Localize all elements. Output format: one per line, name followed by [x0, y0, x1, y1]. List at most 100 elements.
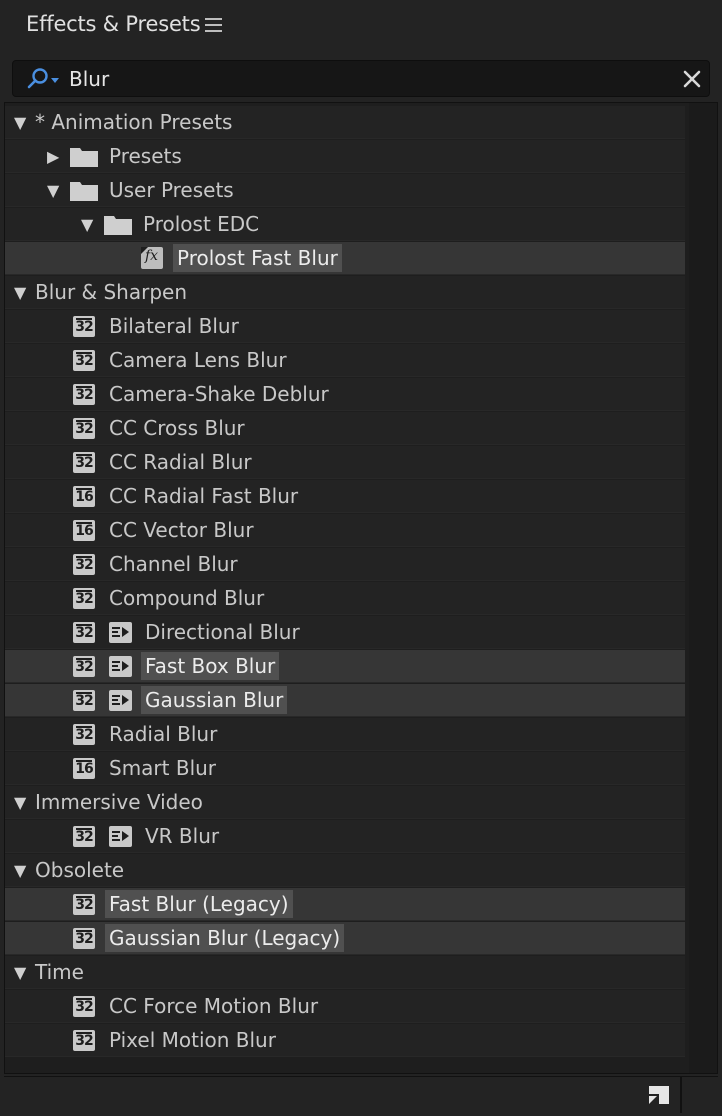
effect-row[interactable]: 16 Smart Blur: [5, 752, 685, 785]
effect-row[interactable]: 32 Compound Blur: [5, 582, 685, 615]
folder-row[interactable]: ▶ Presets: [5, 140, 685, 173]
effect-row[interactable]: 32 CC Force Motion Blur: [5, 990, 685, 1023]
gpu-accelerated-icon: [109, 622, 132, 643]
row-label: Fast Blur (Legacy): [105, 890, 293, 918]
folder-icon: [70, 148, 98, 167]
bpc-32-icon: 32: [73, 1030, 95, 1051]
effects-tree: ▼ * Animation Presets ▶ Presets ▼ User Preset…: [5, 106, 685, 1066]
effect-row[interactable]: 16 CC Radial Fast Blur: [5, 480, 685, 513]
row-label: Directional Blur: [145, 620, 300, 644]
footer-divider: [680, 1077, 682, 1113]
bpc-16-icon: 16: [73, 486, 95, 507]
category-row[interactable]: ▼ Obsolete: [5, 854, 685, 887]
effect-row[interactable]: 32 Camera Lens Blur: [5, 344, 685, 377]
collapse-right-icon[interactable]: ▶: [47, 147, 59, 166]
effect-row[interactable]: 32 Radial Blur: [5, 718, 685, 751]
expand-down-icon[interactable]: ▼: [14, 113, 26, 132]
effects-presets-panel: Effects & Presets ▼ * Animation Presets ▶ P…: [0, 0, 722, 1116]
row-label: CC Radial Blur: [109, 450, 252, 474]
row-label: Radial Blur: [109, 722, 218, 746]
effect-row[interactable]: 32 Pixel Motion Blur: [5, 1024, 685, 1057]
row-label: Immersive Video: [35, 790, 203, 814]
category-row[interactable]: ▼ Time: [5, 956, 685, 989]
row-label: Time: [35, 960, 84, 984]
expand-down-icon[interactable]: ▼: [14, 793, 26, 812]
effect-row[interactable]: 32 Fast Box Blur: [5, 650, 685, 683]
category-row[interactable]: ▼ Immersive Video: [5, 786, 685, 819]
bpc-32-icon: 32: [73, 826, 95, 847]
row-label: CC Vector Blur: [109, 518, 254, 542]
effects-tree-frame: ▼ * Animation Presets ▶ Presets ▼ User Preset…: [4, 102, 718, 1074]
scrollbar-track[interactable]: [689, 103, 717, 1073]
row-label: Pixel Motion Blur: [109, 1028, 276, 1052]
bpc-32-icon: 32: [73, 316, 95, 337]
search-input[interactable]: [69, 65, 669, 93]
expand-down-icon[interactable]: ▼: [14, 283, 26, 302]
bpc-32-icon: 32: [73, 418, 95, 439]
expand-down-icon[interactable]: ▼: [81, 215, 93, 234]
row-label: Camera-Shake Deblur: [109, 382, 329, 406]
folder-icon: [70, 182, 98, 201]
effect-row[interactable]: 32 Bilateral Blur: [5, 310, 685, 343]
bpc-16-icon: 16: [73, 520, 95, 541]
panel-footer: [4, 1076, 718, 1113]
bpc-32-icon: 32: [73, 996, 95, 1017]
row-label: Prolost Fast Blur: [173, 244, 342, 272]
row-label: User Presets: [109, 178, 234, 202]
row-label: Fast Box Blur: [141, 652, 280, 680]
row-label: Blur & Sharpen: [35, 280, 188, 304]
effect-row[interactable]: 32 Camera-Shake Deblur: [5, 378, 685, 411]
effect-row[interactable]: 32 CC Cross Blur: [5, 412, 685, 445]
effect-row[interactable]: 32 Gaussian Blur (Legacy): [5, 922, 685, 955]
search-box: [12, 60, 710, 97]
magnifier-dropdown-icon[interactable]: [27, 67, 63, 91]
bpc-32-icon: 32: [73, 554, 95, 575]
effect-row[interactable]: 32 Channel Blur: [5, 548, 685, 581]
folder-icon: [104, 216, 132, 235]
gpu-accelerated-icon: [109, 690, 132, 711]
row-label: Compound Blur: [109, 586, 265, 610]
bpc-32-icon: 32: [73, 928, 95, 949]
category-row[interactable]: ▼ * Animation Presets: [5, 106, 685, 139]
close-icon[interactable]: [681, 68, 703, 90]
expand-down-icon[interactable]: ▼: [14, 963, 26, 982]
row-label: * Animation Presets: [35, 110, 233, 134]
row-label: Gaussian Blur: [141, 686, 288, 714]
category-row[interactable]: ▼ Blur & Sharpen: [5, 276, 685, 309]
expand-down-icon[interactable]: ▼: [47, 181, 59, 200]
folder-row[interactable]: ▼ Prolost EDC: [5, 208, 685, 241]
row-label: Prolost EDC: [143, 212, 260, 236]
panel-title: Effects & Presets: [26, 12, 201, 36]
row-label: Obsolete: [35, 858, 125, 882]
effect-row[interactable]: 32 Fast Blur (Legacy): [5, 888, 685, 921]
folder-row[interactable]: ▼ User Presets: [5, 174, 685, 207]
panel-header: Effects & Presets: [0, 0, 722, 54]
bpc-32-icon: 32: [73, 384, 95, 405]
row-label: CC Radial Fast Blur: [109, 484, 299, 508]
row-label: Smart Blur: [109, 756, 217, 780]
bpc-32-icon: 32: [73, 690, 95, 711]
hamburger-icon[interactable]: [205, 18, 222, 34]
row-label: CC Cross Blur: [109, 416, 245, 440]
gpu-accelerated-icon: [109, 826, 132, 847]
preset-fx-icon: fx: [141, 247, 163, 269]
row-label: Bilateral Blur: [109, 314, 239, 338]
bpc-32-icon: 32: [73, 622, 95, 643]
row-label: VR Blur: [145, 824, 220, 848]
effect-row[interactable]: 32 Directional Blur: [5, 616, 685, 649]
bpc-32-icon: 32: [73, 452, 95, 473]
effect-row[interactable]: 32 Gaussian Blur: [5, 684, 685, 717]
bpc-32-icon: 32: [73, 350, 95, 371]
preset-row[interactable]: fx Prolost Fast Blur: [5, 242, 685, 275]
effect-row[interactable]: 32 VR Blur: [5, 820, 685, 853]
effect-row[interactable]: 16 CC Vector Blur: [5, 514, 685, 547]
gpu-accelerated-icon: [109, 656, 132, 677]
row-label: CC Force Motion Blur: [109, 994, 319, 1018]
bpc-32-icon: 32: [73, 588, 95, 609]
bpc-16-icon: 16: [73, 758, 95, 779]
new-preset-folder-icon[interactable]: [644, 1083, 674, 1107]
bpc-32-icon: 32: [73, 656, 95, 677]
expand-down-icon[interactable]: ▼: [14, 861, 26, 880]
row-label: Presets: [109, 144, 182, 168]
effect-row[interactable]: 32 CC Radial Blur: [5, 446, 685, 479]
